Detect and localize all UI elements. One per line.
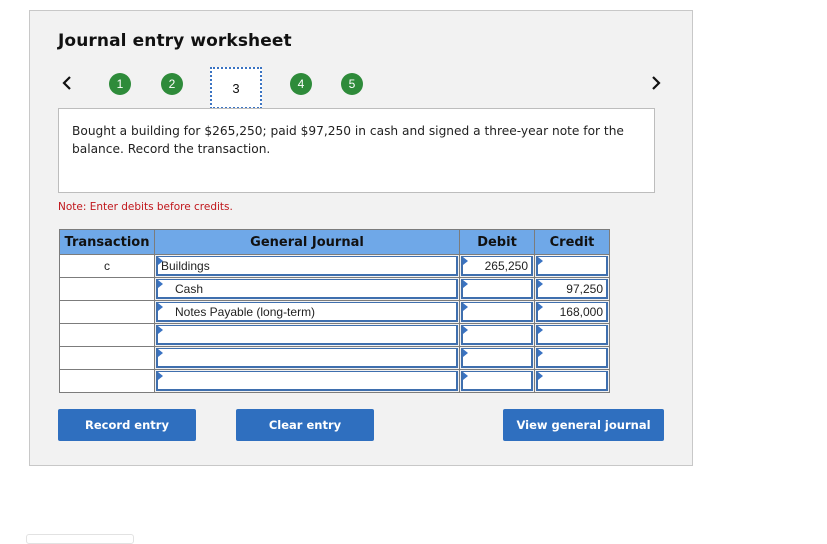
step-5[interactable]: 5: [341, 73, 363, 95]
debit-cell: [459, 346, 535, 370]
credit-cell: 97,250: [534, 277, 610, 301]
journal-row: [59, 346, 610, 370]
debit-cell: 265,250: [459, 254, 535, 278]
dropdown-indicator-icon: [158, 326, 163, 334]
view-general-journal-button[interactable]: View general journal: [503, 409, 664, 441]
credit-cell: [534, 346, 610, 370]
debit-input[interactable]: [461, 371, 533, 391]
next-step-button[interactable]: [646, 71, 666, 95]
step-4[interactable]: 4: [290, 73, 312, 95]
debit-input[interactable]: [461, 279, 533, 299]
credit-cell: [534, 323, 610, 347]
dropdown-indicator-icon: [538, 303, 543, 311]
credit-value: 168,000: [559, 304, 603, 319]
account-input[interactable]: Notes Payable (long-term): [156, 302, 458, 322]
transaction-cell: [59, 369, 155, 393]
dropdown-indicator-icon: [158, 372, 163, 380]
dropdown-indicator-icon: [158, 257, 163, 265]
header-credit: Credit: [534, 229, 610, 255]
step-2[interactable]: 2: [161, 73, 183, 95]
debits-before-credits-note: Note: Enter debits before credits.: [58, 201, 233, 213]
debit-cell: [459, 323, 535, 347]
credit-cell: 168,000: [534, 300, 610, 324]
account-input[interactable]: Cash: [156, 279, 458, 299]
chevron-right-icon: [652, 76, 661, 90]
dropdown-indicator-icon: [463, 372, 468, 380]
dropdown-indicator-icon: [538, 326, 543, 334]
dropdown-indicator-icon: [463, 303, 468, 311]
transaction-prompt: Bought a building for $265,250; paid $97…: [58, 108, 655, 193]
account-cell: Notes Payable (long-term): [154, 300, 460, 324]
credit-input[interactable]: 97,250: [536, 279, 608, 299]
account-input[interactable]: [156, 348, 458, 368]
debit-input[interactable]: [461, 325, 533, 345]
account-cell: Cash: [154, 277, 460, 301]
credit-value: 97,250: [566, 281, 603, 296]
credit-input[interactable]: 168,000: [536, 302, 608, 322]
debit-input[interactable]: [461, 302, 533, 322]
dropdown-indicator-icon: [158, 280, 163, 288]
previous-step-button[interactable]: [57, 71, 77, 95]
journal-entry-worksheet-panel: Journal entry worksheet 1 2 3 4 5 Bought…: [29, 10, 693, 466]
dropdown-indicator-icon: [538, 280, 543, 288]
bottom-stub-element: [26, 534, 134, 544]
record-entry-button[interactable]: Record entry: [58, 409, 196, 441]
credit-cell: [534, 369, 610, 393]
account-input[interactable]: [156, 371, 458, 391]
worksheet-title: Journal entry worksheet: [58, 31, 292, 51]
debit-cell: [459, 369, 535, 393]
chevron-left-icon: [62, 76, 71, 90]
account-input[interactable]: Buildings: [156, 256, 458, 276]
header-general-journal: General Journal: [154, 229, 460, 255]
journal-row: [59, 369, 610, 393]
account-cell: [154, 369, 460, 393]
journal-row: Cash 97,250: [59, 277, 610, 301]
account-cell: Buildings: [154, 254, 460, 278]
account-cell: [154, 323, 460, 347]
dropdown-indicator-icon: [463, 349, 468, 357]
debit-input[interactable]: 265,250: [461, 256, 533, 276]
credit-input[interactable]: [536, 371, 608, 391]
credit-input[interactable]: [536, 325, 608, 345]
debit-cell: [459, 300, 535, 324]
dropdown-indicator-icon: [463, 326, 468, 334]
transaction-cell: c: [59, 254, 155, 278]
debit-cell: [459, 277, 535, 301]
step-1[interactable]: 1: [109, 73, 131, 95]
account-value: Cash: [175, 281, 204, 296]
clear-entry-button[interactable]: Clear entry: [236, 409, 374, 441]
dropdown-indicator-icon: [158, 303, 163, 311]
journal-row: Notes Payable (long-term) 168,000: [59, 300, 610, 324]
debit-value: 265,250: [484, 258, 528, 273]
dropdown-indicator-icon: [158, 349, 163, 357]
dropdown-indicator-icon: [538, 349, 543, 357]
account-value: Notes Payable (long-term): [175, 304, 316, 319]
debit-input[interactable]: [461, 348, 533, 368]
dropdown-indicator-icon: [538, 257, 543, 265]
journal-header-row: Transaction General Journal Debit Credit: [59, 229, 610, 255]
dropdown-indicator-icon: [538, 372, 543, 380]
account-value: Buildings: [161, 258, 210, 273]
credit-input[interactable]: [536, 348, 608, 368]
credit-input[interactable]: [536, 256, 608, 276]
journal-row: [59, 323, 610, 347]
account-input[interactable]: [156, 325, 458, 345]
account-cell: [154, 346, 460, 370]
step-3-current[interactable]: 3: [210, 67, 262, 109]
transaction-cell: [59, 346, 155, 370]
journal-row: c Buildings 265,250: [59, 254, 610, 278]
journal-table: Transaction General Journal Debit Credit…: [59, 229, 610, 393]
transaction-cell: [59, 277, 155, 301]
dropdown-indicator-icon: [463, 280, 468, 288]
header-debit: Debit: [459, 229, 535, 255]
dropdown-indicator-icon: [463, 257, 468, 265]
header-transaction: Transaction: [59, 229, 155, 255]
transaction-cell: [59, 323, 155, 347]
transaction-cell: [59, 300, 155, 324]
credit-cell: [534, 254, 610, 278]
